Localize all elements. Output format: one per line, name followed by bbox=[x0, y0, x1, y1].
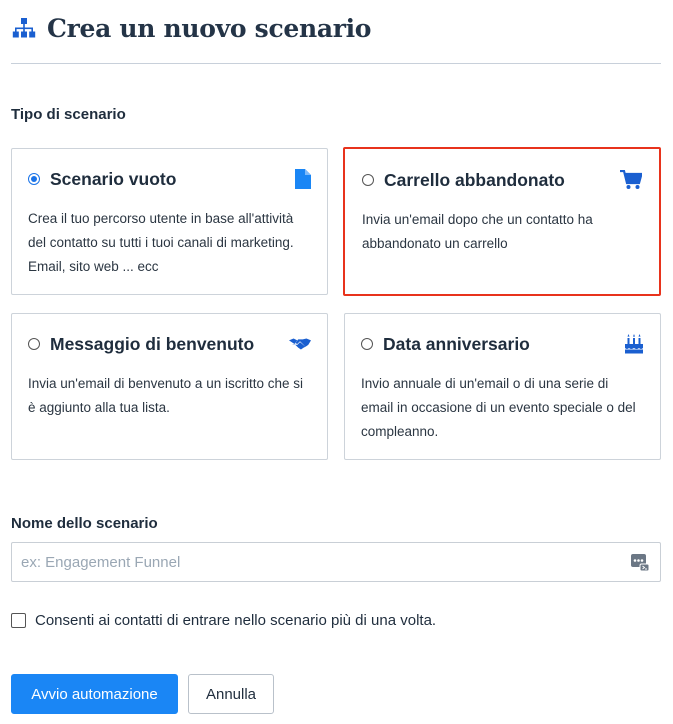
scenario-name-field bbox=[11, 542, 661, 582]
handshake-icon bbox=[289, 334, 311, 354]
radio-scenario-abandoned-cart[interactable] bbox=[362, 174, 374, 186]
allow-multiple-entry-checkbox[interactable] bbox=[11, 613, 26, 628]
scenario-option-anniversary[interactable]: Data anniversario Invio annuale di un'em… bbox=[344, 313, 661, 460]
scenario-option-description: Invia un'email dopo che un contatto ha a… bbox=[362, 212, 593, 251]
sitemap-icon bbox=[12, 18, 36, 38]
page-title: Crea un nuovo scenario bbox=[47, 13, 372, 43]
scenario-option-title: Carrello abbandonato bbox=[384, 169, 565, 190]
radio-scenario-empty[interactable] bbox=[28, 173, 40, 185]
scenario-option-description: Invio annuale di un'email o di una serie… bbox=[361, 376, 636, 439]
scenario-option-description: Crea il tuo percorso utente in base all'… bbox=[28, 211, 294, 274]
scenario-option-description: Invia un'email di benvenuto a un iscritt… bbox=[28, 376, 303, 415]
scenario-option-abandoned-cart[interactable]: Carrello abbandonato Invia un'email dopo… bbox=[343, 147, 661, 296]
allow-multiple-entry-label: Consenti ai contatti di entrare nello sc… bbox=[35, 612, 437, 629]
header-divider bbox=[11, 63, 661, 64]
start-automation-button[interactable]: Avvio automazione bbox=[11, 674, 178, 714]
scenario-name-input[interactable] bbox=[12, 544, 630, 580]
scenario-type-label: Tipo di scenario bbox=[11, 106, 126, 123]
scenario-name-label: Nome dello scenario bbox=[11, 515, 158, 532]
document-icon bbox=[289, 169, 311, 189]
scenario-option-empty[interactable]: Scenario vuoto Crea il tuo percorso uten… bbox=[11, 148, 328, 295]
personalization-tag-icon[interactable] bbox=[630, 552, 650, 572]
radio-scenario-welcome[interactable] bbox=[28, 338, 40, 350]
radio-scenario-anniversary[interactable] bbox=[361, 338, 373, 350]
shopping-cart-icon bbox=[620, 170, 642, 190]
cancel-button[interactable]: Annulla bbox=[188, 674, 274, 714]
scenario-option-welcome[interactable]: Messaggio di benvenuto Invia un'email di… bbox=[11, 313, 328, 460]
allow-multiple-entry-row[interactable]: Consenti ai contatti di entrare nello sc… bbox=[11, 612, 436, 629]
scenario-option-title: Scenario vuoto bbox=[50, 168, 177, 189]
birthday-cake-icon bbox=[622, 334, 644, 354]
scenario-option-title: Data anniversario bbox=[383, 333, 530, 354]
scenario-option-title: Messaggio di benvenuto bbox=[50, 333, 255, 354]
page-header: Crea un nuovo scenario bbox=[11, 10, 371, 46]
